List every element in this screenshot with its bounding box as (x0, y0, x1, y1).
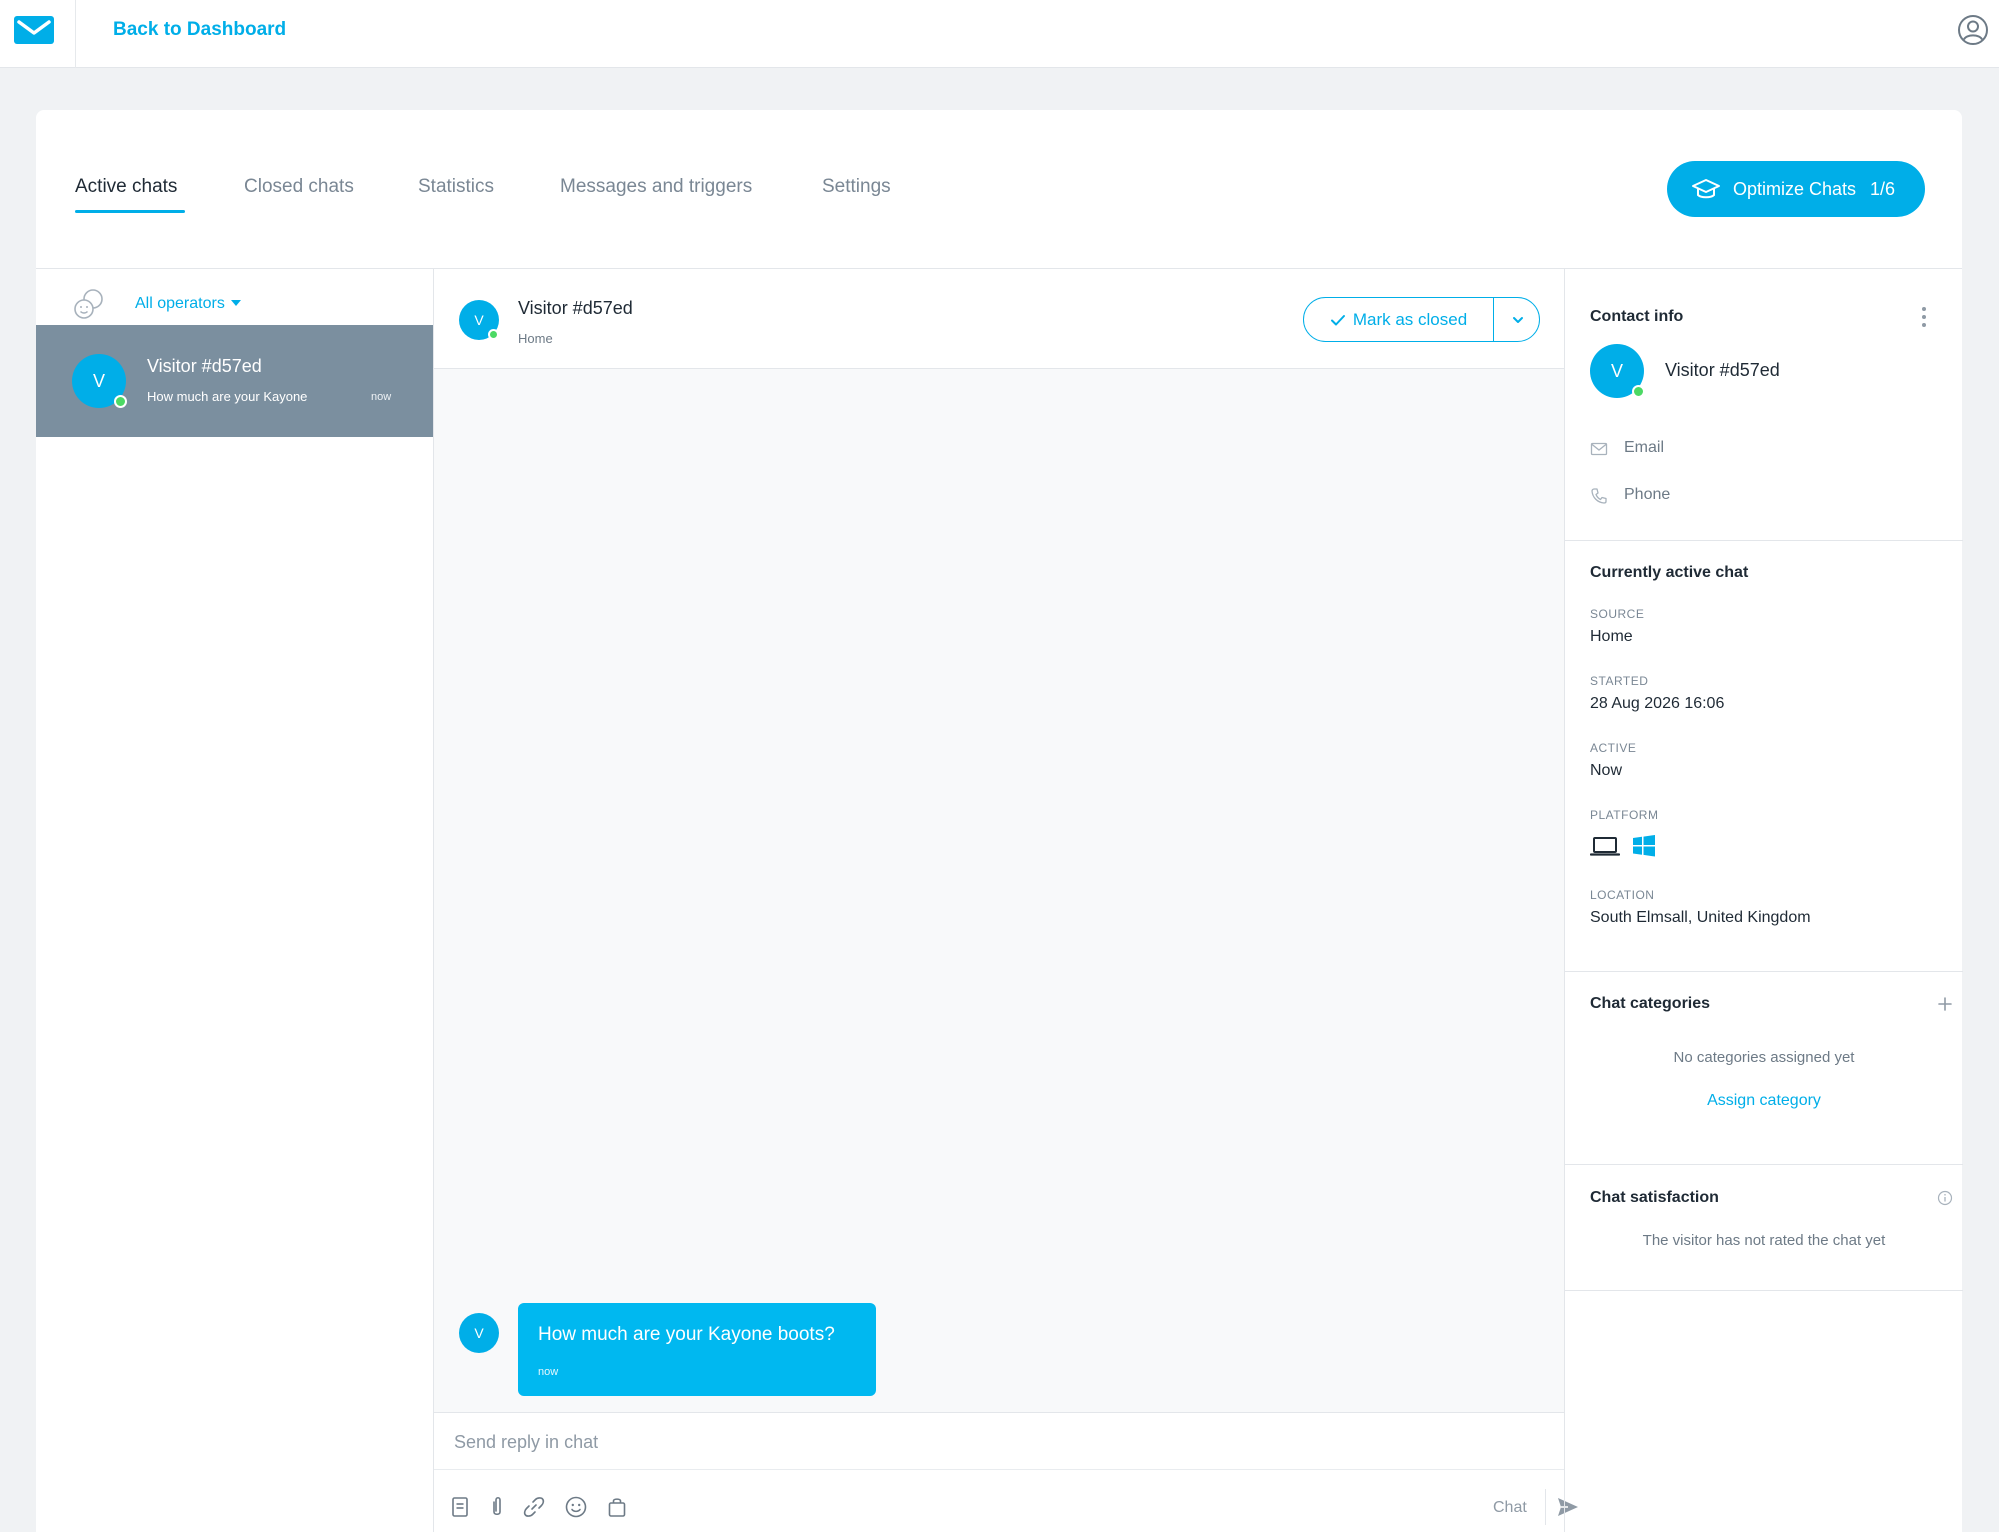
conversation-header: V Visitor #d57ed Home Mark as closed (434, 269, 1564, 369)
conversation-panel: V Visitor #d57ed Home Mark as closed V H… (434, 269, 1578, 1532)
attachment-icon[interactable] (485, 1495, 509, 1519)
reply-composer: Chat (434, 1412, 1578, 1532)
mark-as-closed-button[interactable]: Mark as closed (1304, 298, 1494, 341)
online-status-dot (114, 395, 127, 408)
location-label: LOCATION (1590, 888, 1655, 902)
tab-statistics[interactable]: Statistics (418, 176, 494, 198)
avatar-letter: V (474, 1325, 484, 1341)
satisfaction-status-text: The visitor has not rated the chat yet (1642, 1232, 1886, 1249)
product-bag-icon[interactable] (605, 1495, 629, 1519)
message-visitor-avatar: V (459, 1313, 499, 1353)
topbar-divider (75, 0, 76, 68)
email-icon (1590, 442, 1608, 456)
optimize-chats-button[interactable]: Optimize Chats 1/6 (1667, 161, 1925, 217)
top-bar: Back to Dashboard (0, 0, 1999, 68)
logo-envelope-icon[interactable] (14, 16, 54, 44)
section-divider (1565, 1164, 1963, 1165)
user-circle-icon[interactable] (1957, 14, 1989, 46)
mark-as-closed-label: Mark as closed (1352, 309, 1468, 329)
checkmark-icon (1330, 314, 1345, 325)
started-label: STARTED (1590, 674, 1649, 688)
chat-categories-title: Chat categories (1590, 995, 1711, 1012)
main-card: Active chats Closed chats Statistics Mes… (36, 110, 1963, 1532)
currently-active-chat-title: Currently active chat (1590, 564, 1749, 581)
chevron-down-icon (1512, 316, 1523, 323)
source-label: SOURCE (1590, 607, 1645, 621)
tab-settings[interactable]: Settings (822, 176, 891, 198)
optimize-chats-count: 1/6 (1870, 178, 1896, 199)
active-tab-underline (75, 210, 185, 213)
back-to-dashboard-link[interactable]: Back to Dashboard (113, 19, 286, 41)
message-text: How much are your Kayone boots? (538, 1324, 835, 1345)
tab-messages-and-triggers[interactable]: Messages and triggers (560, 176, 752, 198)
section-divider (1565, 971, 1963, 972)
email-field[interactable]: Email (1624, 439, 1664, 457)
mark-as-closed-dropdown[interactable] (1495, 298, 1540, 341)
started-value: 28 Aug 2026 16:06 (1590, 695, 1725, 712)
link-icon[interactable] (522, 1495, 546, 1519)
laptop-icon (1590, 837, 1620, 856)
kebab-menu-icon[interactable] (1921, 306, 1927, 328)
phone-field[interactable]: Phone (1624, 486, 1670, 504)
avatar-letter: V (1610, 360, 1623, 381)
composer-divider (434, 1469, 1564, 1470)
visitor-details-panel: Contact info V Visitor #d57ed Email Phon… (1564, 269, 1963, 1532)
reply-mode-selector[interactable]: Chat (1493, 1499, 1527, 1517)
chat-item-preview: How much are your Kayone (147, 389, 308, 404)
info-icon[interactable] (1937, 1190, 1953, 1206)
visitor-message-bubble: How much are your Kayone boots? now (518, 1303, 876, 1396)
mark-as-closed-split-button: Mark as closed (1303, 297, 1540, 342)
message-time: now (538, 1366, 559, 1378)
operators-filter-dropdown[interactable]: All operators (135, 295, 241, 313)
online-status-dot (1632, 385, 1645, 398)
template-icon[interactable] (448, 1495, 472, 1519)
section-divider (1565, 540, 1963, 541)
chat-list-panel: All operators V Visitor #d57ed How much … (36, 269, 434, 1532)
no-categories-text: No categories assigned yet (1673, 1049, 1855, 1066)
chat-list-item[interactable]: V Visitor #d57ed How much are your Kayon… (36, 325, 433, 437)
add-category-plus-icon[interactable] (1937, 996, 1953, 1012)
conversation-source: Home (518, 331, 553, 346)
active-value: Now (1590, 762, 1623, 779)
chat-item-visitor-name: Visitor #d57ed (147, 356, 262, 376)
operators-icon (74, 289, 103, 319)
contact-info-title: Contact info (1590, 308, 1684, 325)
operators-filter-label: All operators (135, 295, 225, 312)
send-divider (1545, 1489, 1546, 1525)
conversation-visitor-name: Visitor #d57ed (518, 298, 633, 318)
optimize-chats-label: Optimize Chats (1733, 178, 1857, 199)
platform-label: PLATFORM (1590, 808, 1659, 822)
online-status-dot (488, 329, 499, 340)
location-value: South Elmsall, United Kingdom (1590, 909, 1811, 926)
caret-down-icon (230, 300, 241, 306)
assign-category-link[interactable]: Assign category (1565, 1092, 1963, 1110)
avatar-letter: V (92, 370, 105, 391)
active-label: ACTIVE (1590, 741, 1637, 755)
graduation-cap-icon (1692, 179, 1720, 199)
avatar-letter: V (474, 312, 484, 328)
chat-item-time: now (371, 391, 392, 403)
contact-name: Visitor #d57ed (1665, 360, 1780, 380)
tab-active-chats[interactable]: Active chats (75, 176, 177, 198)
emoji-icon[interactable] (564, 1495, 588, 1519)
chat-satisfaction-title: Chat satisfaction (1590, 1189, 1719, 1206)
tab-closed-chats[interactable]: Closed chats (244, 176, 354, 198)
source-value: Home (1590, 628, 1633, 645)
windows-icon (1633, 835, 1655, 857)
section-divider (1565, 1290, 1963, 1291)
reply-input[interactable] (454, 1427, 1544, 1457)
phone-icon (1591, 488, 1607, 504)
